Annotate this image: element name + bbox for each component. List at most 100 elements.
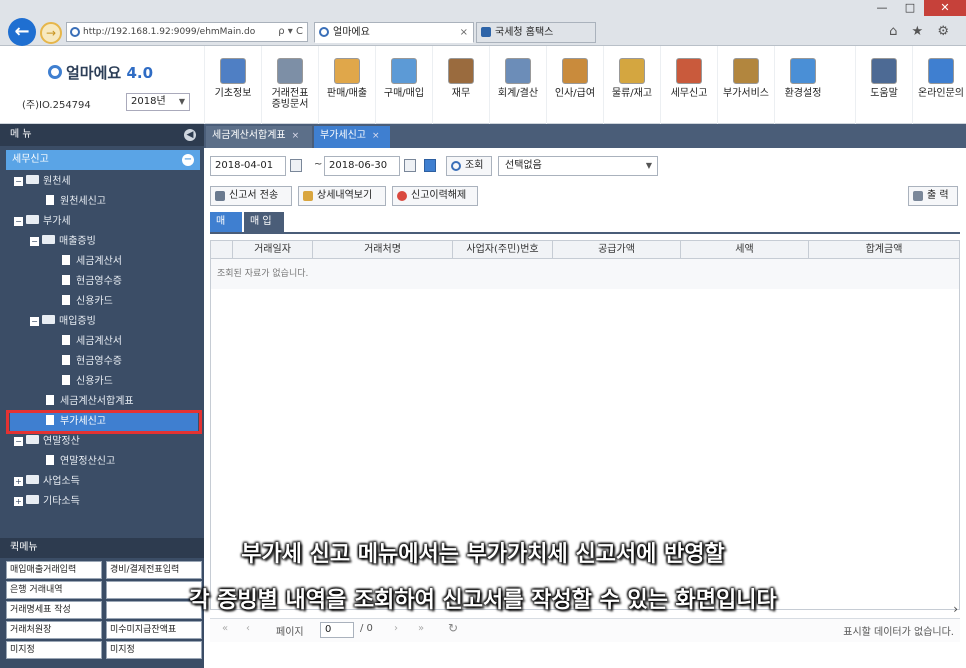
tree-item[interactable]: 세금계산서합계표 [46,392,134,412]
tree-item-label: 세금계산서합계표 [60,396,134,407]
tree-item[interactable]: 신용카드 [62,292,113,312]
next-page-button[interactable]: › [394,623,398,634]
menu-item-5[interactable]: 회계/결산 [489,46,546,124]
menu-item-label: 세무신고 [670,88,708,99]
tree-item[interactable]: 세금계산서 [62,332,122,352]
grid-col-check[interactable] [211,241,233,258]
menu-item-8[interactable]: 세무신고 [660,46,717,124]
back-button[interactable]: ← [8,18,36,46]
menu-item-3[interactable]: 구매/매입 [375,46,432,124]
window-close-button[interactable]: ✕ [924,0,966,16]
collapse-icon[interactable]: − [14,177,23,186]
first-page-button[interactable]: « [222,623,228,634]
menu-item-9[interactable]: 부가서비스 [717,46,774,124]
minimize-button[interactable]: — [868,0,896,16]
home-favorites-settings-icons[interactable]: ⌂ ★ ⚙ [889,24,954,39]
print-button[interactable]: 출 력 [908,186,958,206]
close-icon[interactable]: × [372,131,380,141]
collapse-icon[interactable]: − [30,317,39,326]
maximize-button[interactable]: □ [896,0,924,16]
collapse-icon[interactable]: − [14,437,23,446]
address-bar[interactable]: http://192.168.1.92:9099/ehmMain.do ρ ▾ … [66,22,308,42]
tab-close-icon[interactable]: × [460,23,468,42]
browser-tab-active[interactable]: 얼마에요 × [314,22,474,43]
tree-item[interactable]: − 원천세 [14,172,71,192]
collapse-section-icon[interactable]: − [182,154,194,166]
tree-item[interactable]: 원천세신고 [46,192,106,212]
tab-label: 세금계산서합계표 [212,130,286,141]
tab-purchase[interactable]: 매 입 [244,212,284,232]
menu-item-11[interactable]: 도움말 [855,46,912,124]
browser-tab-hometax[interactable]: 국세청 홈택스 [476,22,596,43]
menu-item-6[interactable]: 인사/급여 [546,46,603,124]
menu-item-0[interactable]: 기초정보 [204,46,261,124]
tree-item-label: 사업소득 [43,476,80,487]
last-page-button[interactable]: » [418,623,424,634]
search-button[interactable]: 조회 [446,156,492,176]
tree-item[interactable]: 세금계산서 [62,252,122,272]
button-label: 신고이력해제 [411,190,467,201]
tab-tax-invoice-summary[interactable]: 세금계산서합계표 × [206,126,312,148]
tree-item[interactable]: + 사업소득 [14,472,80,492]
grid-col-supply[interactable]: 공급가액 [553,241,681,258]
expand-icon[interactable]: + [14,497,23,506]
menu-item-2[interactable]: 판매/매출 [318,46,375,124]
filter-select[interactable]: 선택없음 ▼ [498,156,658,176]
tree-item-label: 신용카드 [76,376,113,387]
grid-col-total[interactable]: 합계금액 [809,241,959,258]
tree-item[interactable]: − 매입증빙 [30,312,96,332]
document-icon [62,335,70,345]
tree-item[interactable]: 현금영수증 [62,352,122,372]
menu-item-4[interactable]: 재무 [432,46,489,124]
date-to-input[interactable]: 2018-06-30 [324,156,400,176]
calendar-icon[interactable] [290,159,302,172]
collapse-sidebar-icon[interactable]: ◀ [184,129,196,141]
quick-menu-button[interactable]: 미지정 [6,641,102,659]
content-tabs: 세금계산서합계표 × 부가세신고 × [204,124,966,148]
detail-view-button[interactable]: 상세내역보기 [298,186,386,206]
menu-item-12[interactable]: 온라인문의 [912,46,966,124]
menu-item-10[interactable]: 환경설정 [774,46,831,124]
prev-page-button[interactable]: ‹ [246,623,250,634]
address-tools[interactable]: ρ ▾ C [278,23,303,41]
collapse-icon[interactable]: − [14,217,23,226]
calendar-icon[interactable] [404,159,416,172]
quick-menu-button[interactable]: 미지정 [106,641,202,659]
tree-item-label: 연말정산 [43,436,80,447]
page-input[interactable]: 0 [320,622,354,638]
help-icon [871,58,897,84]
grid-col-bizno[interactable]: 사업자(주민)번호 [453,241,553,258]
expand-icon[interactable]: + [14,477,23,486]
send-report-button[interactable]: 신고서 전송 [210,186,292,206]
close-icon[interactable]: × [292,131,300,141]
tree-item[interactable]: − 부가세 [14,212,71,232]
period-picker-icon[interactable] [424,159,436,172]
app-logo[interactable]: 얼마에요 4.0 [48,62,153,83]
tree-item[interactable]: − 매출증빙 [30,232,96,252]
tree-item[interactable]: 신용카드 [62,372,113,392]
tab-sales[interactable]: 매 출 [210,212,242,247]
grid-col-client[interactable]: 거래처명 [313,241,453,258]
quick-menu-button[interactable]: 미수미지급잔액표 [106,621,202,639]
sidebar-header: 메 뉴 ◀ [0,124,204,146]
menu-item-label: 구매/매입 [383,88,425,99]
date-from-input[interactable]: 2018-04-01 [210,156,286,176]
tree-item[interactable]: 현금영수증 [62,272,122,292]
tree-item[interactable]: + 기타소득 [14,492,80,512]
tab-vat-report[interactable]: 부가세신고 × [314,126,390,148]
forward-button[interactable]: → [40,22,62,44]
grid-col-tax[interactable]: 세액 [681,241,809,258]
sidebar-section-tax[interactable]: 세무신고 − [6,150,200,170]
company-id: (주)IO.254794 [22,100,91,111]
refresh-icon[interactable]: ↻ [448,621,458,635]
menu-item-1[interactable]: 거래전표 증빙문서 [261,46,318,124]
collapse-icon[interactable]: − [30,237,39,246]
tree-item[interactable]: − 연말정산 [14,432,80,452]
tree-item[interactable]: 연말정산신고 [46,452,115,472]
cancel-history-button[interactable]: 신고이력해제 [392,186,478,206]
year-select[interactable]: 2018년 ▼ [126,93,190,111]
menu-item-7[interactable]: 물류/재고 [603,46,660,124]
tree-item-label: 원천세신고 [60,196,106,207]
quick-menu-button[interactable]: 거래처원장 [6,621,102,639]
grid-col-date[interactable]: 거래일자 [233,241,313,258]
